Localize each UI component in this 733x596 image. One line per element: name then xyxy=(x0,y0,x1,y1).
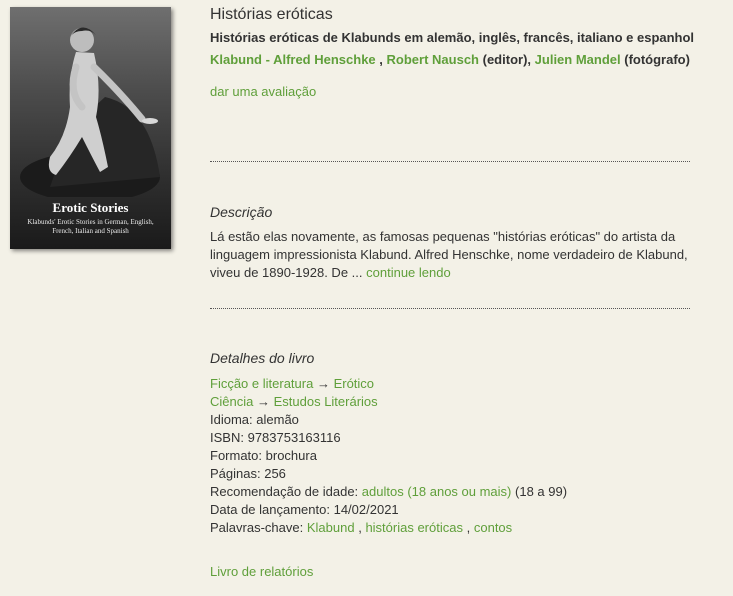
pages-value: 256 xyxy=(264,466,286,481)
author-separator: , xyxy=(527,52,532,67)
rate-book-link[interactable]: dar uma avaliação xyxy=(210,84,316,99)
keywords-label: Palavras-chave: xyxy=(210,520,304,535)
category-link-science[interactable]: Ciência xyxy=(210,394,253,409)
pages-row: Páginas: 256 xyxy=(210,465,567,483)
category-link-fiction[interactable]: Ficção e literatura xyxy=(210,376,313,391)
divider xyxy=(210,161,690,162)
format-row: Formato: brochura xyxy=(210,447,567,465)
cover-subtitle: Klabunds' Erotic Stories in German, Engl… xyxy=(27,218,154,235)
isbn-row: ISBN: 9783753163116 xyxy=(210,429,567,447)
book-title: Histórias eróticas xyxy=(210,6,333,23)
age-range: (18 a 99) xyxy=(515,484,568,499)
category-link-erotic[interactable]: Erótico xyxy=(334,376,374,391)
language-label: Idioma: xyxy=(210,412,253,427)
release-label: Data de lançamento: xyxy=(210,502,330,517)
author-role-editor: (editor) xyxy=(482,52,528,67)
cover-title: Erotic Stories xyxy=(52,200,129,215)
category-row: Ciência → Estudos Literários xyxy=(210,393,567,411)
format-label: Formato: xyxy=(210,448,263,463)
author-link-mandel[interactable]: Julien Mandel xyxy=(535,52,621,67)
author-role-photographer: (fotógrafo) xyxy=(624,52,690,67)
continue-reading-link[interactable]: continue lendo xyxy=(366,265,451,280)
release-value: 14/02/2021 xyxy=(333,502,399,517)
keyword-separator: , xyxy=(466,520,471,535)
keyword-link[interactable]: histórias eróticas xyxy=(365,520,463,535)
language-row: Idioma: alemão xyxy=(210,411,567,429)
report-book-link[interactable]: Livro de relatórios xyxy=(210,564,313,579)
book-cover[interactable]: Erotic Stories Klabunds' Erotic Stories … xyxy=(10,7,171,249)
book-subtitle: Histórias eróticas de Klabunds em alemão… xyxy=(210,30,695,45)
pages-label: Páginas: xyxy=(210,466,261,481)
divider xyxy=(210,308,690,309)
keyword-separator: , xyxy=(358,520,362,535)
category-link-literary-studies[interactable]: Estudos Literários xyxy=(274,394,378,409)
isbn-label: ISBN: xyxy=(210,430,244,445)
category-row: Ficção e literatura → Erótico xyxy=(210,375,567,393)
author-separator: , xyxy=(379,52,383,67)
keyword-link[interactable]: contos xyxy=(474,520,512,535)
details-heading: Detalhes do livro xyxy=(210,350,315,366)
language-value: alemão xyxy=(256,412,299,427)
arrow-icon: → xyxy=(316,376,330,391)
keyword-link[interactable]: Klabund xyxy=(307,520,355,535)
author-link-nausch[interactable]: Robert Nausch xyxy=(387,52,479,67)
description-text: Lá estão elas novamente, as famosas pequ… xyxy=(210,228,690,282)
description-heading: Descrição xyxy=(210,204,273,220)
author-link-klabund[interactable]: Klabund - Alfred Henschke xyxy=(210,52,376,67)
keywords-row: Palavras-chave: Klabund , histórias erót… xyxy=(210,519,567,537)
release-row: Data de lançamento: 14/02/2021 xyxy=(210,501,567,519)
arrow-icon: → xyxy=(256,394,270,409)
age-row: Recomendação de idade: adultos (18 anos … xyxy=(210,483,567,501)
cover-photo xyxy=(20,27,160,197)
age-label: Recomendação de idade: xyxy=(210,484,359,499)
book-details: Ficção e literatura → Erótico Ciência → … xyxy=(210,375,567,537)
format-value: brochura xyxy=(265,448,317,463)
authors-line: Klabund - Alfred Henschke , Robert Nausc… xyxy=(210,52,690,67)
age-link[interactable]: adultos (18 anos ou mais) xyxy=(362,484,512,499)
isbn-value: 9783753163116 xyxy=(247,430,341,445)
